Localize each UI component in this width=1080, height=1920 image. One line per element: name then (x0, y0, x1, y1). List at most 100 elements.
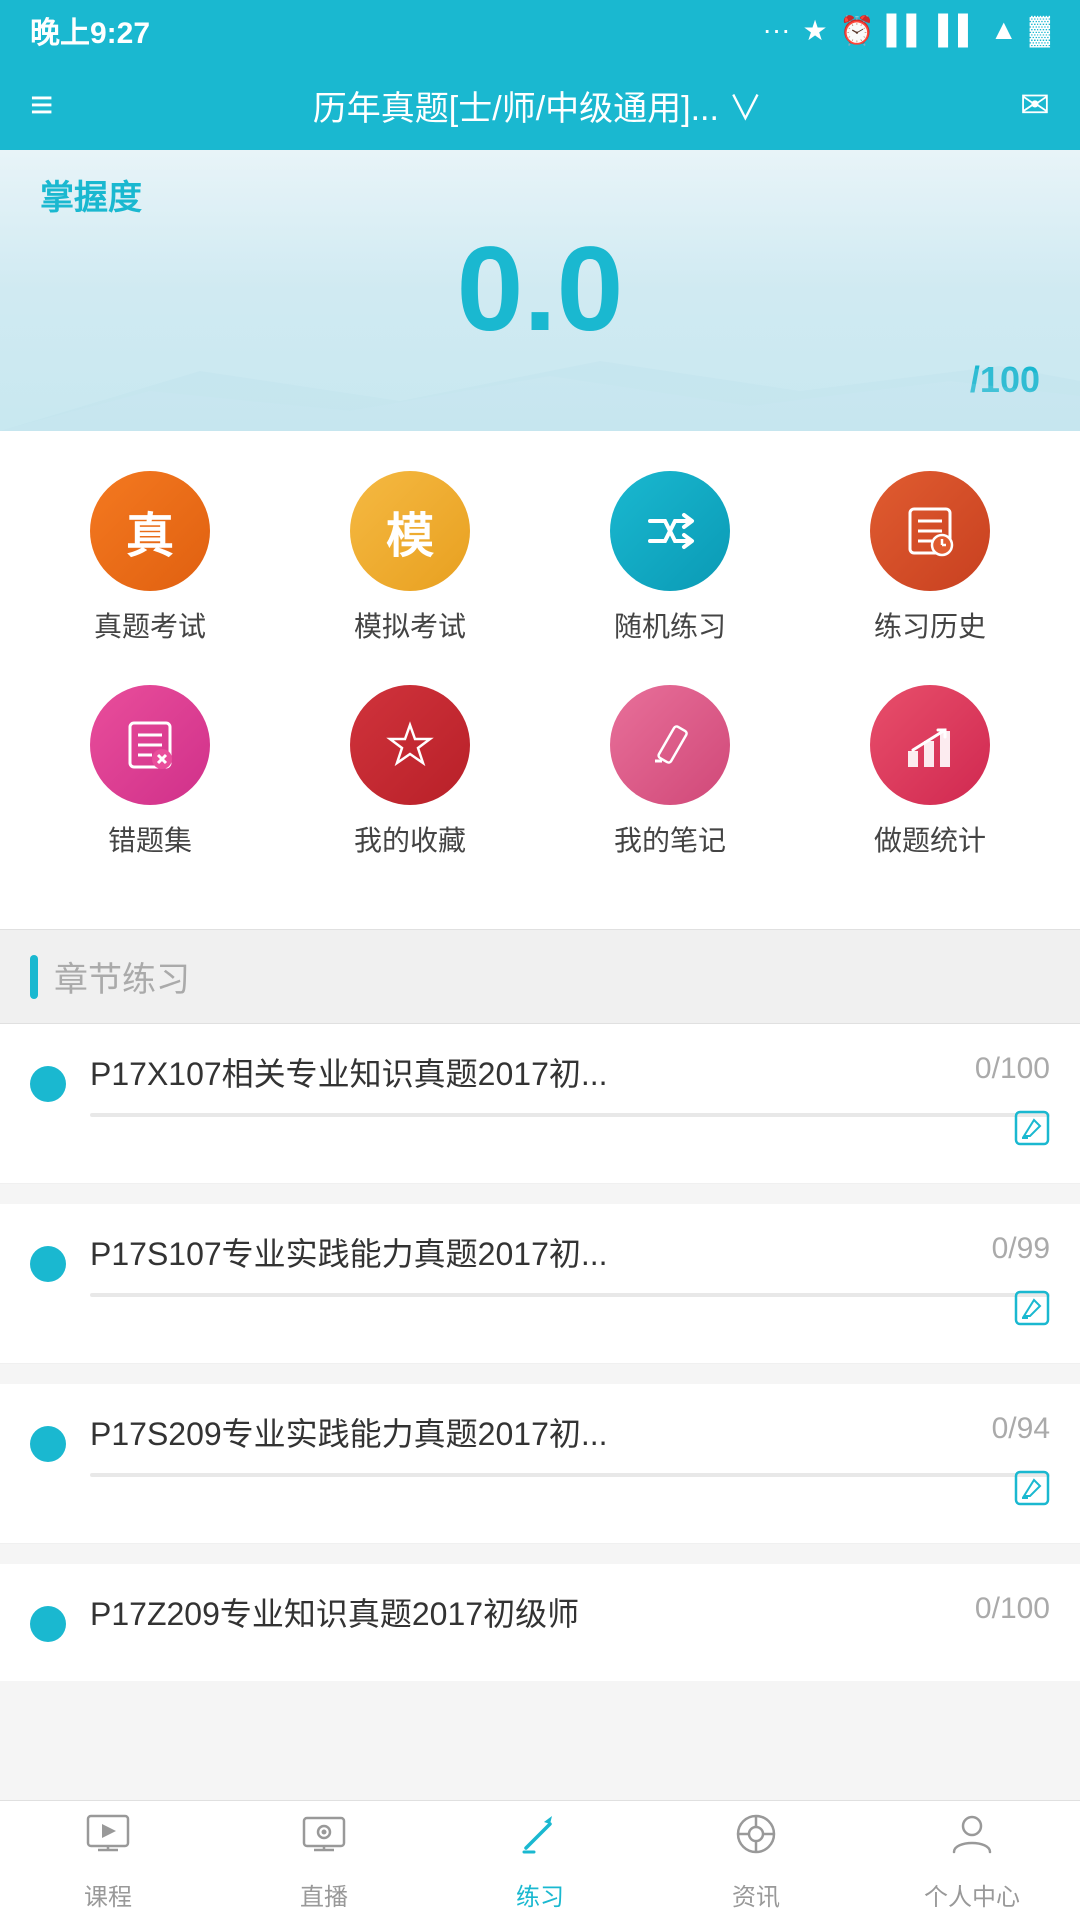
tongji-label: 做题统计 (874, 819, 986, 859)
suiji-circle (610, 471, 730, 591)
list-dot (30, 1606, 66, 1642)
menu-button[interactable]: ≡ (30, 83, 55, 128)
list-dot (30, 1066, 66, 1102)
status-icons: ··· ★ ⏰ ▌▌ ▌▌ ▲ ▓ (763, 14, 1050, 47)
list-item[interactable]: P17S107专业实践能力真题2017初... 0/99 (0, 1204, 1080, 1364)
mastery-label: 掌握度 (40, 170, 1040, 219)
list-content: P17Z209专业知识真题2017初级师 0/100 (90, 1592, 1050, 1653)
bottom-nav: 课程 直播 练习 (0, 1800, 1080, 1920)
header-title-text: 历年真题[士/师/中级通用]... ∨ (313, 81, 763, 130)
zhenti-circle: 真 (90, 471, 210, 591)
list-row: P17Z209专业知识真题2017初级师 0/100 (90, 1592, 1050, 1637)
icons-row-1: 真 真题考试 模 模拟考试 随机练习 (20, 471, 1060, 645)
edit-icon[interactable] (1014, 1110, 1050, 1155)
history-icon (900, 501, 960, 561)
nav-item-zixun[interactable]: 资讯 (656, 1810, 856, 1912)
lishi-circle (870, 471, 990, 591)
list-name: P17Z209专业知识真题2017初级师 (90, 1592, 975, 1637)
icon-tongji[interactable]: 做题统计 (830, 685, 1030, 859)
kecheng-label: 课程 (84, 1877, 132, 1912)
list-content: P17S107专业实践能力真题2017初... 0/99 (90, 1232, 1050, 1297)
signal1-icon: ▌▌ (886, 14, 926, 46)
list-progress (90, 1113, 1050, 1117)
lianxi-label: 练习 (516, 1877, 564, 1912)
list-row: P17S209专业实践能力真题2017初... 0/94 (90, 1412, 1050, 1457)
mastery-score: 0.0 (40, 229, 1040, 349)
list-name: P17S209专业实践能力真题2017初... (90, 1412, 992, 1457)
list-row: P17S107专业实践能力真题2017初... 0/99 (90, 1232, 1050, 1277)
list-progress (90, 1293, 1050, 1297)
wode-label: 个人中心 (924, 1877, 1020, 1912)
nav-item-zhibo[interactable]: 直播 (224, 1810, 424, 1912)
edit-icon[interactable] (1014, 1290, 1050, 1335)
lishi-label: 练习历史 (874, 605, 986, 645)
list-score: 0/99 (992, 1232, 1050, 1266)
wode-icon (948, 1810, 996, 1869)
icon-zhenti[interactable]: 真 真题考试 (50, 471, 250, 645)
list-score: 0/100 (975, 1592, 1050, 1626)
icon-cuoti[interactable]: 错题集 (50, 685, 250, 859)
mountain-bg (0, 351, 1080, 431)
icon-shoucang[interactable]: 我的收藏 (310, 685, 510, 859)
list-container: P17X107相关专业知识真题2017初... 0/100 P17S107专业实… (0, 1024, 1080, 1681)
icons-row-2: 错题集 我的收藏 我的笔记 (20, 685, 1060, 859)
nav-item-kecheng[interactable]: 课程 (8, 1810, 208, 1912)
zhibo-label: 直播 (300, 1877, 348, 1912)
cuoti-circle (90, 685, 210, 805)
list-dot (30, 1426, 66, 1462)
shoucang-label: 我的收藏 (354, 819, 466, 859)
zhibo-icon (300, 1810, 348, 1869)
kecheng-icon (84, 1810, 132, 1869)
list-name: P17S107专业实践能力真题2017初... (90, 1232, 992, 1277)
list-score: 0/100 (975, 1052, 1050, 1086)
list-score: 0/94 (992, 1412, 1050, 1446)
biji-circle (610, 685, 730, 805)
zixun-label: 资讯 (732, 1877, 780, 1912)
moni-circle: 模 (350, 471, 470, 591)
icon-moni[interactable]: 模 模拟考试 (310, 471, 510, 645)
suiji-label: 随机练习 (614, 605, 726, 645)
list-separator (0, 1184, 1080, 1204)
icons-grid: 真 真题考试 模 模拟考试 随机练习 (0, 431, 1080, 929)
signal2-icon: ▌▌ (938, 14, 978, 46)
tongji-circle (870, 685, 990, 805)
mastery-section: 掌握度 0.0 /100 (0, 150, 1080, 431)
edit-icon[interactable] (1014, 1470, 1050, 1515)
battery-icon: ▓ (1030, 14, 1050, 46)
nav-item-lianxi[interactable]: 练习 (440, 1810, 640, 1912)
zixun-icon (732, 1810, 780, 1869)
list-progress (90, 1473, 1050, 1477)
list-item[interactable]: P17X107相关专业知识真题2017初... 0/100 (0, 1024, 1080, 1184)
section-bar (30, 955, 38, 999)
icon-lishi[interactable]: 练习历史 (830, 471, 1030, 645)
app-header: ≡ 历年真题[士/师/中级通用]... ∨ ✉ (0, 60, 1080, 150)
list-separator (0, 1544, 1080, 1564)
shuffle-icon (640, 501, 700, 561)
status-bar: 晚上9:27 ··· ★ ⏰ ▌▌ ▌▌ ▲ ▓ (0, 0, 1080, 60)
bluetooth-icon: ★ (803, 14, 828, 47)
list-row: P17X107相关专业知识真题2017初... 0/100 (90, 1052, 1050, 1097)
list-item-partial[interactable]: P17Z209专业知识真题2017初级师 0/100 (0, 1564, 1080, 1681)
list-dot (30, 1246, 66, 1282)
alarm-icon: ⏰ (840, 14, 875, 47)
nav-item-wode[interactable]: 个人中心 (872, 1810, 1072, 1912)
lianxi-icon (516, 1810, 564, 1869)
biji-label: 我的笔记 (614, 819, 726, 859)
pencil-icon (640, 715, 700, 775)
moni-label: 模拟考试 (354, 605, 466, 645)
icon-biji[interactable]: 我的笔记 (570, 685, 770, 859)
header-title-area[interactable]: 历年真题[士/师/中级通用]... ∨ (313, 81, 763, 130)
section-header: 章节练习 (0, 929, 1080, 1024)
mail-button[interactable]: ✉ (1020, 84, 1050, 126)
wifi-icon: ▲ (990, 14, 1018, 46)
section-title: 章节练习 (54, 952, 190, 1001)
stats-icon (900, 715, 960, 775)
icon-suiji[interactable]: 随机练习 (570, 471, 770, 645)
list-name: P17X107相关专业知识真题2017初... (90, 1052, 975, 1097)
cuoti-label: 错题集 (108, 819, 192, 859)
shoucang-circle (350, 685, 470, 805)
dots-icon: ··· (763, 14, 791, 46)
star-icon (380, 715, 440, 775)
list-separator (0, 1364, 1080, 1384)
list-item[interactable]: P17S209专业实践能力真题2017初... 0/94 (0, 1384, 1080, 1544)
